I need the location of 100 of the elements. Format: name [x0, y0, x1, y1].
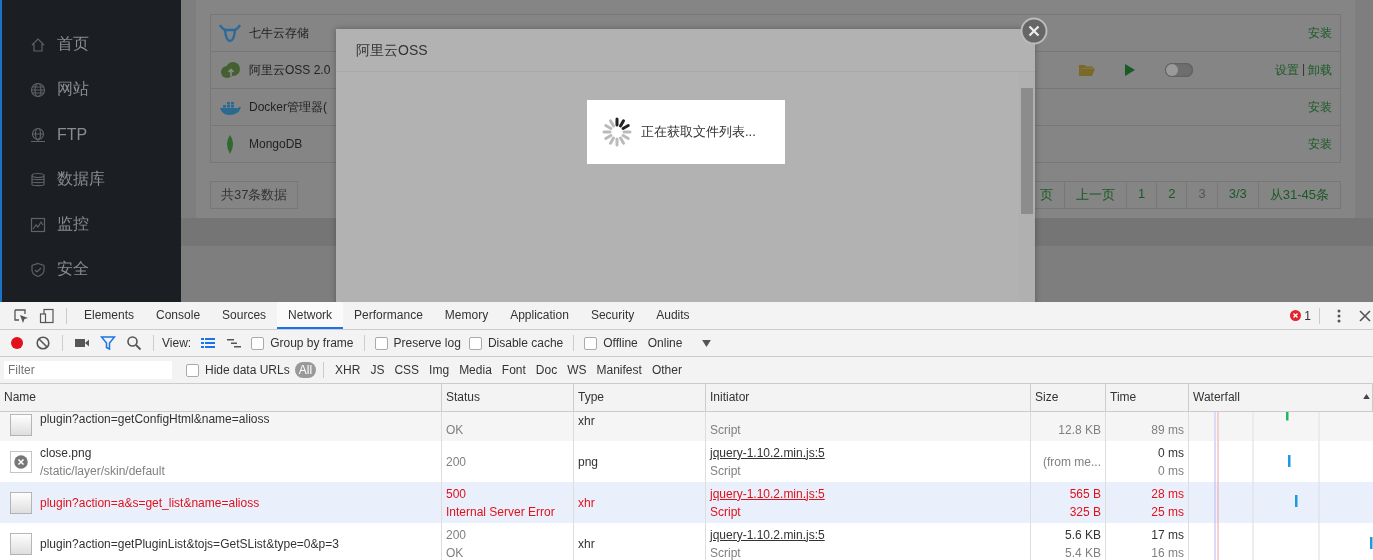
devtools-tab[interactable]: Console [145, 302, 212, 329]
type-filter[interactable]: Media [455, 362, 496, 378]
request-row[interactable]: plugin?action=a&s=get_list&name=alioss 500 Internal Server Error xhr jquery-1.10.2.min.js:5 Script 565 B 325 B 28 ms 25 ms [0, 482, 1373, 523]
initiator-type: Script [710, 503, 742, 521]
initiator-link[interactable]: jquery-1.10.2.min.js:5 [710, 525, 1026, 544]
total-time: 0 ms [1158, 444, 1184, 462]
request-type: xhr [578, 413, 596, 430]
status-code: 200 [446, 526, 468, 544]
request-type: xhr [578, 535, 596, 553]
status-code: 200 [446, 453, 468, 471]
sidebar-item[interactable]: 监控 [57, 214, 89, 235]
checkbox-label: Preserve log [393, 336, 461, 350]
plugin-name: Docker管理器( [249, 98, 327, 116]
bull-logo-icon [219, 22, 241, 44]
type-filter[interactable]: Other [647, 362, 686, 378]
transfer-size: 5.6 KB [1064, 526, 1101, 544]
scrollbar[interactable] [1019, 72, 1035, 302]
transfer-size: (from me... [1043, 453, 1101, 471]
house-icon [30, 36, 46, 53]
filter-icon[interactable] [100, 335, 116, 351]
devtools-tab[interactable]: Security [579, 302, 646, 329]
type-filter[interactable]: WS [563, 362, 591, 378]
column-header[interactable]: Time [1106, 384, 1189, 411]
error-count[interactable]: 1 [1304, 308, 1311, 323]
request-name[interactable]: plugin?action=getConfigHtml&name=alioss [40, 412, 270, 428]
spinner-icon [601, 116, 633, 148]
play-icon[interactable] [1124, 64, 1135, 76]
column-header[interactable]: Size [1031, 384, 1106, 411]
column-header[interactable]: Name [0, 384, 442, 411]
sort-arrow-icon[interactable] [1363, 394, 1370, 399]
type-filter[interactable]: Doc [531, 362, 562, 378]
loading-text: 正在获取文件列表... [641, 123, 756, 141]
column-header[interactable]: Type [574, 384, 706, 411]
type-filter[interactable]: CSS [390, 362, 424, 378]
error-icon [1290, 310, 1302, 321]
search-icon[interactable] [126, 335, 142, 351]
initiator-link[interactable]: jquery-1.10.2.min.js:5 [710, 443, 1026, 462]
devtools-tab[interactable]: Network [277, 302, 344, 329]
request-row[interactable]: plugin?action=getPluginList&tojs=GetSList&type=0&p=3 200 OK xhr jquery-1.10.2.min.js:5 Script 5.6 KB 5.4 KB 17 ms 16 ms [0, 523, 1373, 560]
leaf-logo-icon [224, 134, 236, 154]
initiator-type: Script [710, 544, 742, 560]
initiator-type: Script [710, 422, 742, 439]
throttling-dropdown[interactable]: Online [647, 336, 683, 350]
resource-size: 12.8 KB [1058, 422, 1101, 439]
close-icon[interactable] [1020, 17, 1048, 45]
devtools-tab[interactable]: Sources [211, 302, 278, 329]
sidebar-item[interactable]: 网站 [57, 79, 89, 100]
close-icon[interactable] [1357, 307, 1373, 324]
cursor-select-icon[interactable] [13, 307, 29, 324]
device-icon[interactable] [39, 307, 55, 324]
total-count: 共37条数据 [210, 181, 299, 209]
checkbox-label: Hide data URLs [205, 363, 290, 377]
type-filter[interactable]: JS [366, 362, 389, 378]
latency-time: 16 ms [1151, 544, 1184, 560]
plugin-name: 阿里云OSS 2.0 [249, 61, 331, 79]
document-icon [10, 532, 32, 555]
status-text: Internal Server Error [446, 503, 556, 521]
initiator-link[interactable]: jquery-1.10.2.min.js:5 [710, 484, 1026, 503]
checkbox-box[interactable] [186, 363, 199, 377]
network-globe-icon [30, 126, 46, 143]
document-icon [10, 491, 32, 514]
plugin-name: 七牛云存储 [249, 24, 309, 42]
latency-time: 89 ms [1151, 422, 1184, 439]
checkbox-box[interactable] [584, 336, 598, 350]
sidebar-item[interactable]: 安全 [57, 259, 89, 280]
column-header[interactable]: Status [442, 384, 574, 411]
sidebar-item[interactable]: 首页 [57, 34, 89, 55]
sidebar-item[interactable]: 数据库 [57, 169, 105, 190]
plugin-name: MongoDB [249, 137, 303, 151]
devtools-tab[interactable]: Audits [645, 302, 701, 329]
devtools-tab[interactable]: Memory [433, 302, 500, 329]
column-header[interactable]: Initiator [706, 384, 1031, 411]
latency-time: 0 ms [1158, 462, 1184, 480]
request-name[interactable]: close.png [40, 443, 165, 462]
checkbox-box[interactable] [468, 336, 482, 350]
request-type: png [578, 453, 600, 471]
checkbox-box[interactable] [251, 336, 265, 350]
type-filter[interactable]: XHR [331, 362, 365, 378]
request-name[interactable]: plugin?action=getPluginList&tojs=GetSList&type=0&p=3 [40, 534, 339, 553]
toggle-switch[interactable] [1164, 63, 1193, 77]
request-name[interactable]: plugin?action=a&s=get_list&name=alioss [40, 493, 260, 512]
checkbox-box[interactable] [374, 336, 388, 350]
request-row[interactable]: plugin?action=getConfigHtml&name=alioss OK xhr Script 12.8 KB 89 ms [0, 412, 1373, 441]
devtools-tab[interactable]: Elements [73, 302, 146, 329]
type-filter[interactable]: Manifest [592, 362, 646, 378]
chart-icon [30, 216, 46, 233]
caret-icon[interactable] [702, 339, 712, 347]
list-view-icon[interactable] [200, 335, 217, 351]
devtools-tab[interactable]: Application [499, 302, 580, 329]
initiator-type: Script [710, 462, 742, 480]
checkbox-label: Group by frame [270, 336, 354, 350]
devtools-tab[interactable]: Performance [343, 302, 434, 329]
type-filter[interactable]: Img [425, 362, 454, 378]
record-button[interactable] [9, 335, 25, 351]
filter-field[interactable]: Filter [4, 361, 172, 379]
clear-icon[interactable] [35, 335, 51, 351]
sidebar-item[interactable]: FTP [57, 125, 88, 144]
request-path: /static/layer/skin/default [40, 462, 165, 480]
type-filter[interactable]: Font [497, 362, 530, 378]
checkbox-label: Offline [603, 336, 638, 350]
